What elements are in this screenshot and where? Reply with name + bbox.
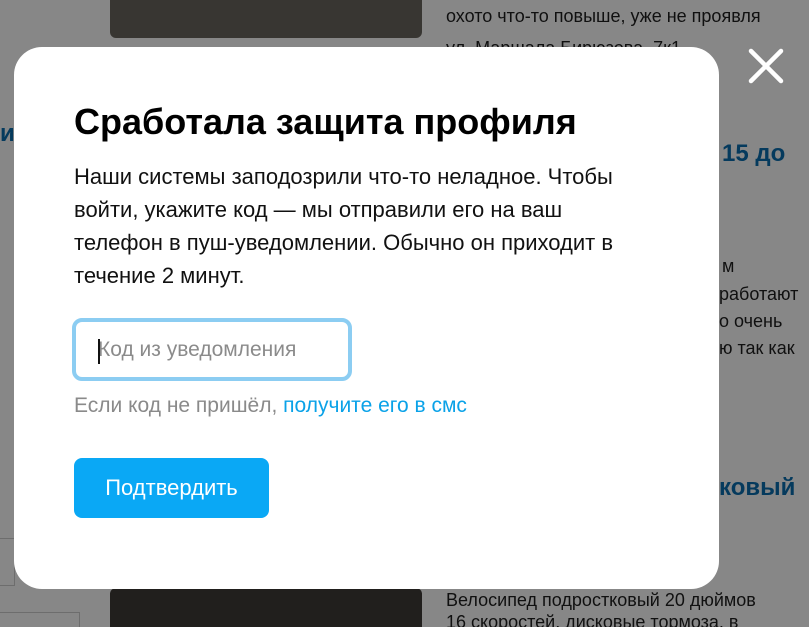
resend-hint: Если код не пришёл, получите его в смс	[74, 394, 467, 418]
confirm-button[interactable]: Подтвердить	[74, 458, 269, 518]
resend-hint-text: Если код не пришёл,	[74, 394, 278, 417]
close-button[interactable]	[744, 44, 788, 88]
dialog-description: Наши системы заподозрили что-то неладное…	[74, 164, 614, 288]
profile-protection-dialog: Сработала защита профиля Наши системы за…	[14, 47, 719, 589]
text-caret	[98, 339, 100, 364]
code-input[interactable]	[72, 318, 352, 381]
dialog-title: Сработала защита профиля	[74, 101, 577, 142]
sms-code-link[interactable]: получите его в смс	[283, 394, 467, 417]
close-icon	[748, 48, 784, 84]
